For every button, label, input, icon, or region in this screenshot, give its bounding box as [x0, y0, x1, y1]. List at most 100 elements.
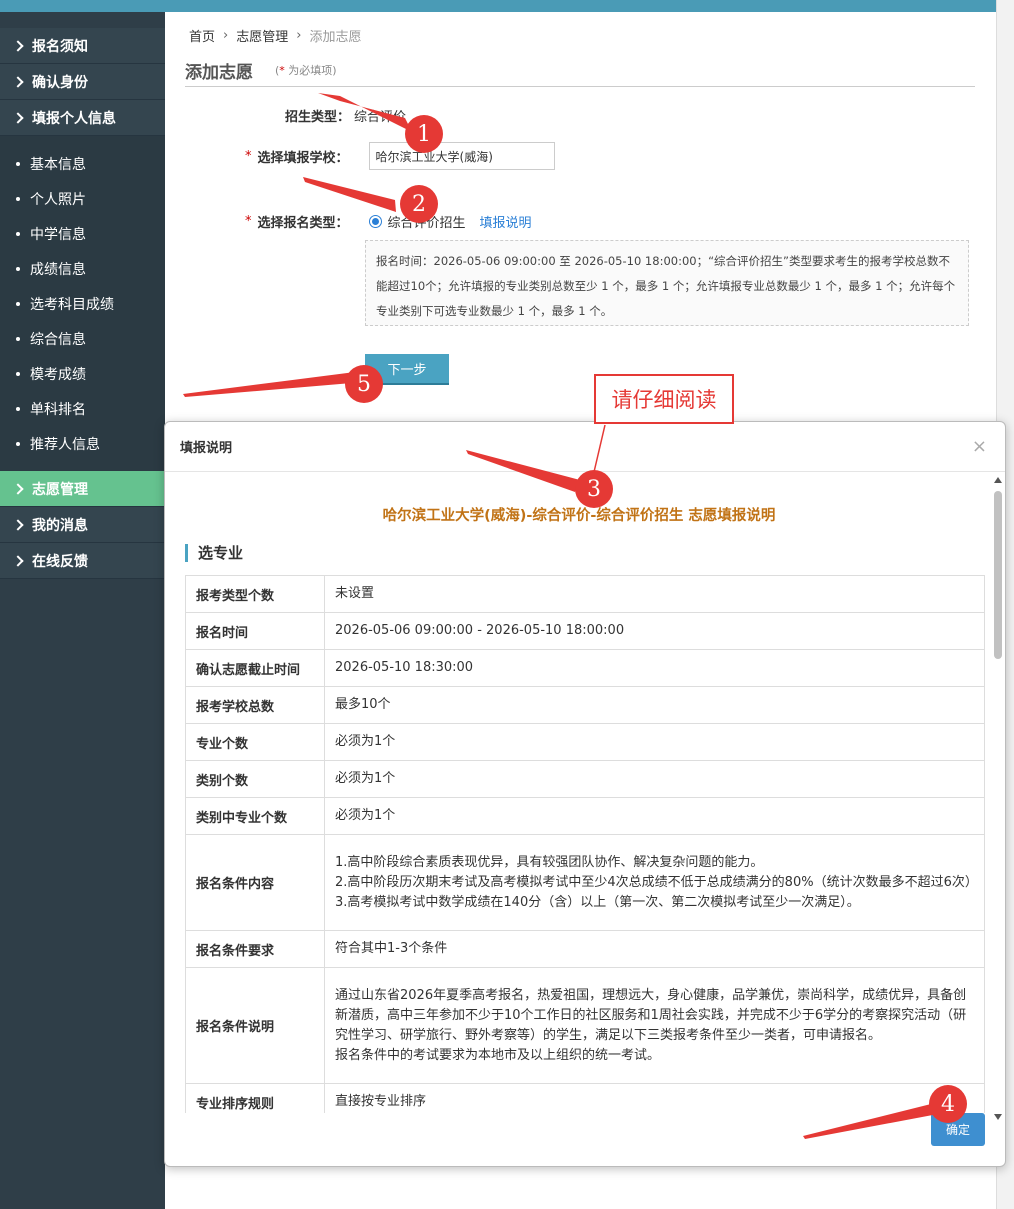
signup-type-radio[interactable] — [368, 215, 382, 228]
scroll-thumb[interactable] — [994, 491, 1002, 659]
modal-scrollbar[interactable] — [992, 477, 1004, 1120]
rule-value: 2026-05-10 18:30:00 — [324, 649, 985, 687]
rule-key: 报考学校总数 — [185, 686, 325, 724]
rule-value-line: 2.高中阶段历次期末考试及高考模拟考试中至少4次总成绩不低于总成绩满分的80%（… — [335, 874, 978, 890]
sub-item-subject-rank[interactable]: 单科排名 — [0, 391, 165, 426]
divider — [185, 86, 975, 87]
sub-item-high-school[interactable]: 中学信息 — [0, 216, 165, 251]
help-modal: 填报说明 × 哈尔滨工业大学(威海)-综合评价-综合评价招生 志愿填报说明 选专… — [164, 421, 1006, 1167]
sidebar: 报名须知 确认身份 填报个人信息 基本信息 个人照片 中学信息 成绩信息 选考科… — [0, 12, 165, 1209]
sub-item-referee[interactable]: 推荐人信息 — [0, 426, 165, 461]
step-badge-4: 4 — [929, 1085, 967, 1123]
sub-item-elective-scores[interactable]: 选考科目成绩 — [0, 286, 165, 321]
top-accent-bar — [0, 0, 996, 12]
bullet-icon — [16, 371, 20, 376]
chevron-right-icon — [12, 518, 24, 531]
nav-item-messages[interactable]: 我的消息 — [0, 507, 165, 543]
rule-key: 确认志愿截止时间 — [185, 649, 325, 687]
school-label: 选择填报学校： — [257, 150, 349, 166]
rule-value-line: 通过山东省2026年夏季高考报名，热爱祖国，理想远大，身心健康，品学兼优，崇尚科… — [335, 987, 967, 1043]
help-link[interactable]: 填报说明 — [480, 212, 532, 231]
sub-item-label: 基本信息 — [30, 156, 86, 173]
rule-value: 直接按专业排序 — [324, 1083, 985, 1113]
nav-item-feedback[interactable]: 在线反馈 — [0, 543, 165, 579]
sub-item-mock-scores[interactable]: 模考成绩 — [0, 356, 165, 391]
table-row: 报考类型个数 未设置 — [185, 575, 985, 613]
table-row: 报考学校总数 最多10个 — [185, 686, 985, 724]
close-icon[interactable]: × — [972, 436, 987, 457]
breadcrumb: 首页 › 志愿管理 › 添加志愿 — [189, 26, 361, 45]
nav-item-personal-info[interactable]: 填报个人信息 — [0, 100, 165, 136]
rule-key: 报名条件内容 — [185, 834, 325, 931]
table-row: 报名条件说明 通过山东省2026年夏季高考报名，热爱祖国，理想远大，身心健康，品学… — [185, 967, 985, 1084]
table-row: 报名条件要求 符合其中1-3个条件 — [185, 930, 985, 968]
table-row: 报名条件内容 1.高中阶段综合素质表现优异，具有较强团队协作、解决复杂问题的能力。… — [185, 834, 985, 931]
rules-table-wrap: 报考类型个数 未设置 报名时间 2026-05-06 09:00:00 - 2026-… — [185, 575, 985, 1113]
bullet-icon — [16, 266, 20, 271]
nav-item-label: 报名须知 — [32, 38, 88, 55]
chevron-right-icon — [12, 75, 24, 88]
page-title: 添加志愿 — [185, 63, 253, 83]
nav-item-registration-notice[interactable]: 报名须知 — [0, 28, 165, 64]
sub-item-basic-info[interactable]: 基本信息 — [0, 146, 165, 181]
nav-item-label: 我的消息 — [32, 517, 88, 534]
signup-type-label: 选择报名类型： — [257, 216, 349, 231]
step-badge-5: 5 — [345, 365, 383, 403]
required-note: (* 为必填项) — [275, 62, 337, 78]
nav-item-label: 确认身份 — [32, 74, 88, 91]
bullet-icon — [16, 441, 20, 446]
sub-item-label: 个人照片 — [30, 191, 86, 208]
rule-value: 必须为1个 — [324, 760, 985, 798]
rule-key: 专业个数 — [185, 723, 325, 761]
personal-info-submenu: 基本信息 个人照片 中学信息 成绩信息 选考科目成绩 综合信息 模考成绩 单科排… — [0, 136, 165, 471]
sub-item-photo[interactable]: 个人照片 — [0, 181, 165, 216]
step-badge-3: 3 — [575, 470, 613, 508]
rule-value: 未设置 — [324, 575, 985, 613]
rule-value-line: 1.高中阶段综合素质表现优异，具有较强团队协作、解决复杂问题的能力。 — [335, 854, 764, 870]
bullet-icon — [16, 301, 20, 306]
school-input[interactable] — [368, 142, 555, 170]
step-badge-1: 1 — [405, 115, 443, 153]
table-row: 报名时间 2026-05-06 09:00:00 - 2026-05-10 18:… — [185, 612, 985, 650]
scroll-up-icon[interactable] — [994, 477, 1002, 483]
nav-item-volunteer-management[interactable]: 志愿管理 — [0, 471, 165, 507]
chevron-right-icon — [12, 39, 24, 52]
signup-type-row: * 选择报名类型： 综合评价招生 填报说明 — [245, 212, 532, 231]
modal-heading: 哈尔滨工业大学(威海)-综合评价-综合评价招生 志愿填报说明 — [382, 508, 776, 524]
chevron-right-icon — [12, 111, 24, 124]
breadcrumb-home[interactable]: 首页 — [189, 26, 215, 45]
bullet-icon — [16, 161, 20, 166]
section-title: 选专业 — [185, 544, 243, 562]
scroll-down-icon[interactable] — [994, 1114, 1002, 1120]
rule-key: 类别个数 — [185, 760, 325, 798]
rule-value: 2026-05-06 09:00:00 - 2026-05-10 18:00:0… — [324, 612, 985, 650]
modal-title: 填报说明 — [165, 422, 1005, 472]
school-row: * 选择填报学校： — [245, 142, 555, 170]
breadcrumb-current: 添加志愿 — [309, 30, 362, 45]
table-row: 确认志愿截止时间 2026-05-10 18:30:00 — [185, 649, 985, 687]
bullet-icon — [16, 231, 20, 236]
nav-item-confirm-identity[interactable]: 确认身份 — [0, 64, 165, 100]
sub-item-comprehensive[interactable]: 综合信息 — [0, 321, 165, 356]
step-badge-2: 2 — [400, 185, 438, 223]
rule-key: 报名条件要求 — [185, 930, 325, 968]
chevron-right-icon: › — [223, 28, 229, 43]
nav-item-label: 志愿管理 — [32, 481, 88, 498]
rules-table: 报考类型个数 未设置 报名时间 2026-05-06 09:00:00 - 2026-… — [185, 575, 985, 1113]
rule-key: 类别中专业个数 — [185, 797, 325, 835]
sub-item-label: 单科排名 — [30, 401, 86, 418]
admission-type-value: 综合评价 — [354, 110, 407, 125]
required-star: * — [245, 214, 252, 229]
table-row: 专业排序规则 直接按专业排序 — [185, 1083, 985, 1113]
nav-item-label: 填报个人信息 — [32, 110, 116, 127]
chevron-right-icon: › — [296, 28, 302, 43]
rule-key: 报名时间 — [185, 612, 325, 650]
table-row: 类别个数 必须为1个 — [185, 760, 985, 798]
bullet-icon — [16, 406, 20, 411]
read-carefully-note: 请仔细阅读 — [594, 374, 734, 424]
sub-item-label: 成绩信息 — [30, 261, 86, 278]
breadcrumb-section[interactable]: 志愿管理 — [236, 26, 288, 45]
nav-item-label: 在线反馈 — [32, 553, 88, 570]
sub-item-grades[interactable]: 成绩信息 — [0, 251, 165, 286]
admission-type-row: 招生类型： 综合评价 — [285, 106, 406, 125]
